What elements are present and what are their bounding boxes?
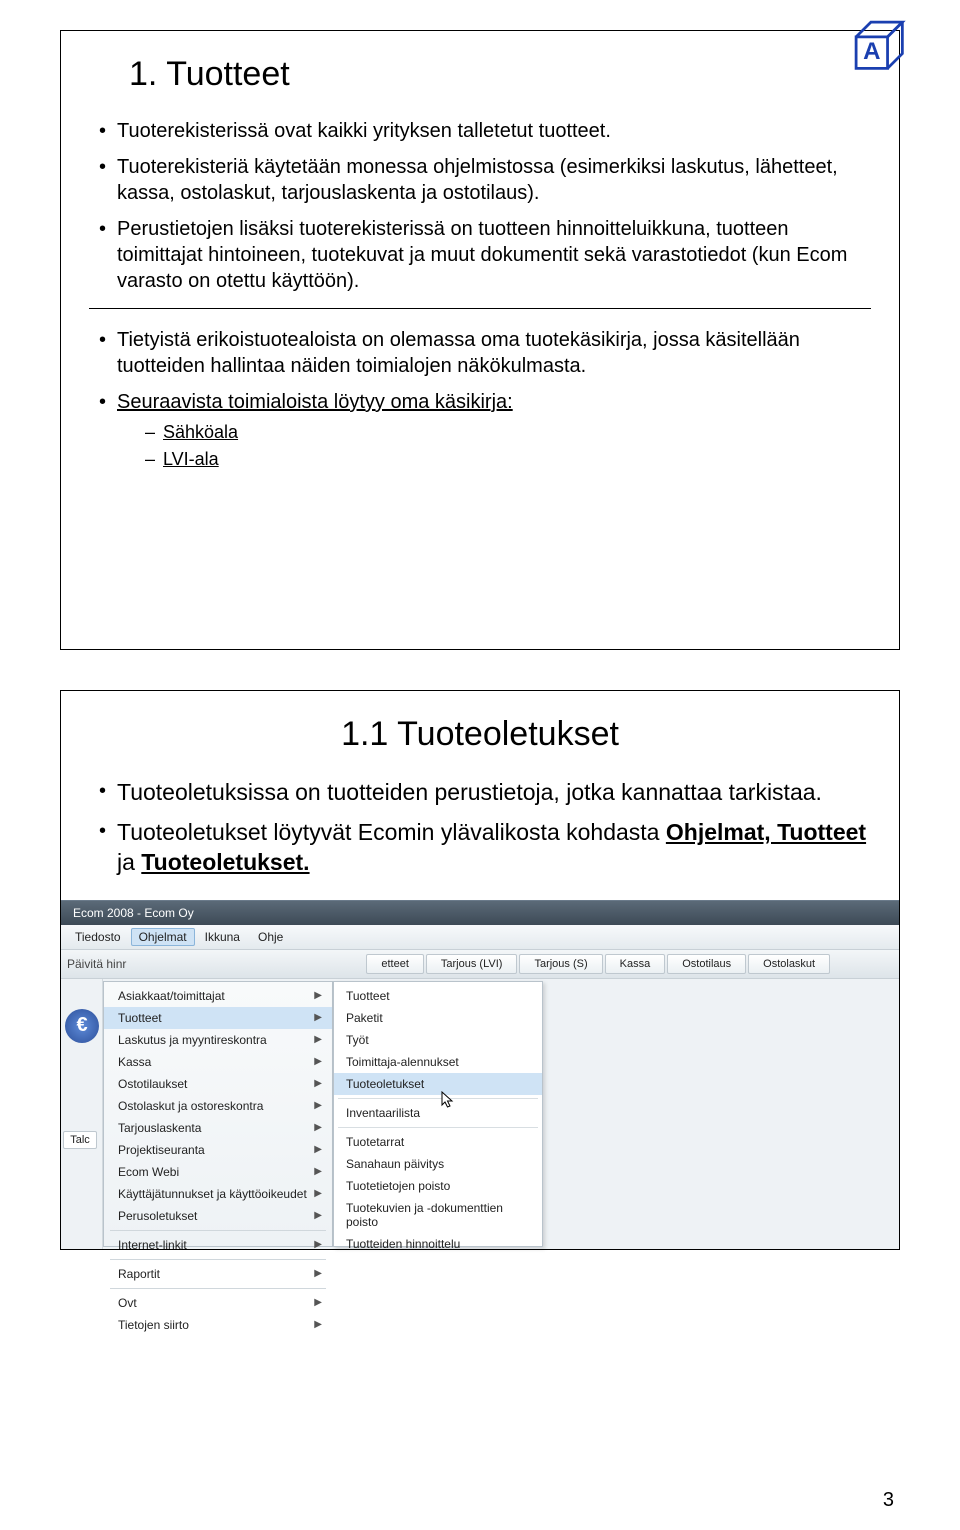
menu-item[interactable]: Asiakkaat/toimittajat▶ bbox=[104, 985, 332, 1007]
submenu-item[interactable]: Tuotetietojen poisto bbox=[334, 1175, 542, 1197]
menu-ohjelmat[interactable]: Ohjelmat bbox=[131, 928, 195, 946]
submenu-item[interactable]: Työt bbox=[334, 1029, 542, 1051]
link: Tuoteoletukset. bbox=[141, 849, 309, 875]
menu-item[interactable]: Projektiseuranta▶ bbox=[104, 1139, 332, 1161]
menubar: Tiedosto Ohjelmat Ikkuna Ohje bbox=[61, 925, 899, 950]
submenu-item[interactable]: Sanahaun päivitys bbox=[334, 1153, 542, 1175]
menu-item[interactable]: Käyttäjätunnukset ja käyttöoikeudet▶ bbox=[104, 1183, 332, 1205]
menu-separator bbox=[110, 1259, 326, 1260]
slide-1: A 1. Tuotteet Tuoterekisterissä ovat kai… bbox=[60, 30, 900, 650]
toolbar-button[interactable]: Ostotilaus bbox=[667, 954, 746, 974]
toolbar: Päivitä hinr etteet Tarjous (LVI) Tarjou… bbox=[61, 950, 899, 979]
toolbar-button[interactable]: Kassa bbox=[605, 954, 666, 974]
toolbar-button[interactable]: Tarjous (LVI) bbox=[426, 954, 518, 974]
bullet: Seuraavista toimialoista löytyy oma käsi… bbox=[99, 389, 871, 472]
bullet: Tuoterekisteriä käytetään monessa ohjelm… bbox=[99, 154, 871, 206]
toolbar-button[interactable]: etteet bbox=[366, 954, 424, 974]
submenu-item[interactable]: Tuotetarrat bbox=[334, 1131, 542, 1153]
submenu-item[interactable]: Paketit bbox=[334, 1007, 542, 1029]
euro-icon: € bbox=[65, 1009, 99, 1043]
divider bbox=[89, 308, 871, 309]
menu-item[interactable]: Ecom Webi▶ bbox=[104, 1161, 332, 1183]
link: Ohjelmat, Tuotteet bbox=[666, 819, 866, 845]
menu-item[interactable]: Tuotteet▶ bbox=[104, 1007, 332, 1029]
bullet: Perustietojen lisäksi tuoterekisterissä … bbox=[99, 216, 871, 294]
left-column: € Talc bbox=[61, 979, 103, 1249]
menu-separator bbox=[338, 1098, 538, 1099]
menu-separator bbox=[338, 1127, 538, 1128]
menu-ikkuna[interactable]: Ikkuna bbox=[197, 928, 248, 946]
toolbar-button[interactable]: Tarjous (S) bbox=[519, 954, 602, 974]
text: Tuoteoletukset löytyvät Ecomin ylävaliko… bbox=[117, 819, 666, 845]
link-line: Seuraavista toimialoista löytyy oma käsi… bbox=[117, 391, 513, 413]
slide-2-bullets: Tuoteoletuksissa on tuotteiden perustiet… bbox=[99, 778, 871, 878]
logo-icon: A bbox=[845, 11, 919, 85]
app-body: € Talc Asiakkaat/toimittajat▶Tuotteet▶La… bbox=[61, 979, 899, 1249]
menu-item[interactable]: Tietojen siirto▶ bbox=[104, 1314, 332, 1336]
menu-ohje[interactable]: Ohje bbox=[250, 928, 291, 946]
menu-separator bbox=[110, 1288, 326, 1289]
svg-text:A: A bbox=[863, 38, 880, 65]
menu-item[interactable]: Laskutus ja myyntireskontra▶ bbox=[104, 1029, 332, 1051]
menu-separator bbox=[110, 1230, 326, 1231]
app-screenshot: Ecom 2008 - Ecom Oy Tiedosto Ohjelmat Ik… bbox=[61, 900, 899, 1249]
slide-2: 1.1 Tuoteoletukset Tuoteoletuksissa on t… bbox=[60, 690, 900, 1250]
toolbar-button[interactable]: Ostolaskut bbox=[748, 954, 830, 974]
bullet: Tuoterekisterissä ovat kaikki yrityksen … bbox=[99, 118, 871, 144]
slide-1-bullets-2: Tietyistä erikoistuotealoista on olemass… bbox=[99, 327, 871, 472]
main-dropdown: Asiakkaat/toimittajat▶Tuotteet▶Laskutus … bbox=[103, 981, 333, 1247]
menu-item[interactable]: Tarjouslaskenta▶ bbox=[104, 1117, 332, 1139]
menu-item[interactable]: Ovt▶ bbox=[104, 1292, 332, 1314]
text: ja bbox=[117, 849, 141, 875]
submenu-item[interactable]: Tuotteiden hinnoittelu bbox=[334, 1233, 542, 1255]
sub-item: LVI-ala bbox=[145, 448, 871, 471]
bullet: Tuoteoletukset löytyvät Ecomin ylävaliko… bbox=[99, 818, 871, 878]
menu-item[interactable]: Kassa▶ bbox=[104, 1051, 332, 1073]
submenu: TuotteetPaketitTyötToimittaja-alennukset… bbox=[333, 981, 543, 1247]
tal-button[interactable]: Talc bbox=[63, 1131, 97, 1149]
menu-item[interactable]: Internet-linkit▶ bbox=[104, 1234, 332, 1256]
menu-tiedosto[interactable]: Tiedosto bbox=[67, 928, 129, 946]
window-titlebar: Ecom 2008 - Ecom Oy bbox=[61, 901, 899, 925]
menu-item[interactable]: Raportit▶ bbox=[104, 1263, 332, 1285]
slide-2-title: 1.1 Tuoteoletukset bbox=[89, 715, 871, 754]
submenu-item[interactable]: Tuoteoletukset bbox=[334, 1073, 542, 1095]
toolbar-label: Päivitä hinr bbox=[67, 957, 132, 971]
cursor-icon bbox=[441, 1091, 455, 1109]
submenu-item[interactable]: Inventaarilista bbox=[334, 1102, 542, 1124]
menu-item[interactable]: Perusoletukset▶ bbox=[104, 1205, 332, 1227]
menu-item[interactable]: Ostotilaukset▶ bbox=[104, 1073, 332, 1095]
slide-1-bullets: Tuoterekisterissä ovat kaikki yrityksen … bbox=[99, 118, 871, 294]
sub-item: Sähköala bbox=[145, 421, 871, 444]
submenu-item[interactable]: Tuotteet bbox=[334, 985, 542, 1007]
bullet: Tietyistä erikoistuotealoista on olemass… bbox=[99, 327, 871, 379]
menu-item[interactable]: Ostolaskut ja ostoreskontra▶ bbox=[104, 1095, 332, 1117]
slide-1-title: 1. Tuotteet bbox=[129, 55, 871, 94]
bullet: Tuoteoletuksissa on tuotteiden perustiet… bbox=[99, 778, 871, 808]
submenu-item[interactable]: Toimittaja-alennukset bbox=[334, 1051, 542, 1073]
page-number: 3 bbox=[883, 1489, 894, 1512]
submenu-item[interactable]: Tuotekuvien ja -dokumenttien poisto bbox=[334, 1197, 542, 1233]
sublist: Sähköala LVI-ala bbox=[145, 421, 871, 472]
